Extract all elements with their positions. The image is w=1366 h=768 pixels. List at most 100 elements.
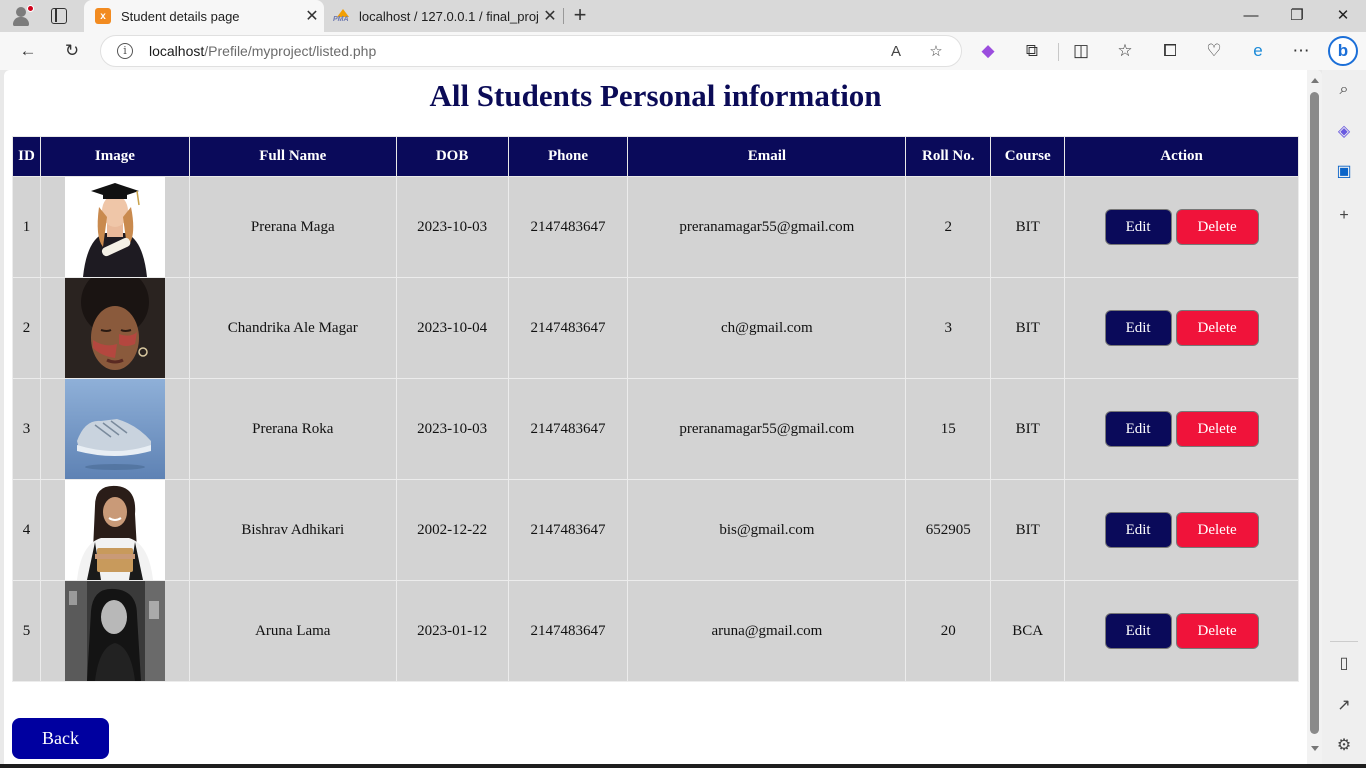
table-row: 5 Aruna Lama 2023-01-12 2147483647 aruna… [12,580,1299,682]
cell-id: 4 [12,479,41,581]
edit-button[interactable]: Edit [1104,209,1172,245]
cell-action: Edit Delete [1064,378,1299,480]
student-photo [64,379,165,479]
cell-phone: 2147483647 [507,378,629,480]
table-row: 2 Chandrika Ale Magar 2023-10-04 2147483… [12,277,1299,379]
vertical-scrollbar[interactable] [1307,70,1322,764]
header-course: Course [990,136,1066,177]
header-email: Email [627,136,907,177]
new-tab-icon[interactable]: + [569,3,591,27]
student-photo [64,278,165,378]
close-tab-icon[interactable]: ✕ [300,6,324,26]
tab-phpmyadmin[interactable]: PMA localhost / 127.0.0.1 / final_proje … [326,0,562,32]
header-roll-no: Roll No. [905,136,992,177]
cell-course: BIT [990,176,1066,278]
bing-chat-icon[interactable]: b [1328,36,1358,66]
hide-sidebar-icon[interactable]: ▯ [1332,652,1356,676]
xampp-icon: x [95,8,111,24]
header-id: ID [12,136,41,177]
profile-icon[interactable] [10,5,34,27]
delete-button[interactable]: Delete [1175,613,1259,649]
shopping-icon[interactable]: ◈ [1332,120,1356,144]
cell-course: BCA [990,580,1066,682]
cell-email: aruna@gmail.com [627,580,907,682]
back-button[interactable]: Back [12,718,109,759]
delete-button[interactable]: Delete [1175,209,1259,245]
cell-roll-no: 3 [905,277,992,379]
table-row: 3 Prerana Roka 2023-10-03 2147483647 pre… [12,378,1299,480]
refresh-icon[interactable]: ↻ [60,39,84,63]
cell-dob: 2023-10-03 [395,176,509,278]
cell-dob: 2023-10-03 [395,378,509,480]
edit-button[interactable]: Edit [1104,411,1172,447]
restore-icon[interactable]: ❐ [1274,0,1320,32]
close-tab-icon[interactable]: ✕ [538,6,562,26]
cell-roll-no: 15 [905,378,992,480]
cell-action: Edit Delete [1064,176,1299,278]
browser-toolbar: ← ↻ i localhost/Prefile/myproject/listed… [0,32,1366,70]
sidebar-divider [1330,641,1358,642]
edit-button[interactable]: Edit [1104,310,1172,346]
address-bar[interactable]: i localhost/Prefile/myproject/listed.php… [100,35,962,67]
collections-icon[interactable]: ⧠ [1158,39,1182,63]
cell-email: preranamagar55@gmail.com [627,176,907,278]
delete-button[interactable]: Delete [1175,310,1259,346]
cell-email: ch@gmail.com [627,277,907,379]
close-window-icon[interactable]: ✕ [1320,0,1366,32]
outlook-icon[interactable]: ▣ [1332,160,1356,184]
read-aloud-icon[interactable]: A [885,41,907,63]
cell-phone: 2147483647 [507,479,629,581]
edit-button[interactable]: Edit [1104,613,1172,649]
favorites-icon[interactable]: ☆ [1113,39,1137,63]
tab-strip: x Student details page ✕ PMA localhost /… [0,0,1366,32]
delete-button[interactable]: Delete [1175,411,1259,447]
extensions-icon[interactable]: ⧉ [1020,39,1044,63]
cell-roll-no: 2 [905,176,992,278]
favorite-star-icon[interactable]: ☆ [925,41,947,63]
browser-essentials-icon[interactable]: ♡ [1202,39,1226,63]
site-info-icon[interactable]: i [117,43,133,59]
student-photo [64,480,165,580]
cell-phone: 2147483647 [507,277,629,379]
tab-student-details[interactable]: x Student details page ✕ [84,0,324,32]
table-header-row: ID Image Full Name DOB Phone Email Roll … [12,136,1299,177]
edit-button[interactable]: Edit [1104,512,1172,548]
cell-full-name: Prerana Maga [188,176,397,278]
cell-full-name: Bishrav Adhikari [188,479,397,581]
more-menu-icon[interactable]: ⋯ [1289,39,1313,63]
copilot-icon[interactable]: ◆ [976,39,1000,63]
cell-id: 3 [12,378,41,480]
cell-full-name: Chandrika Ale Magar [188,277,397,379]
url-text[interactable]: localhost/Prefile/myproject/listed.php [149,43,376,59]
page-title: All Students Personal information [429,78,882,113]
minimize-icon[interactable]: — [1228,0,1274,32]
cell-dob: 2023-01-12 [395,580,509,682]
cell-id: 2 [12,277,41,379]
settings-gear-icon[interactable]: ⚙ [1332,734,1356,758]
cell-dob: 2002-12-22 [395,479,509,581]
cell-action: Edit Delete [1064,580,1299,682]
back-arrow-icon[interactable]: ← [16,39,40,63]
search-icon[interactable]: ⌕ [1332,78,1356,102]
toolbar-divider [1058,43,1059,61]
header-dob: DOB [395,136,509,177]
scroll-up-arrow-icon[interactable] [1311,78,1319,83]
page-viewport: All Students Personal information ID Ima… [4,70,1322,764]
taskbar-edge [0,764,1366,768]
table-row: 1 Prerana Maga 2023-10-03 2147483647 pre… [12,176,1299,278]
split-screen-icon[interactable]: ◫ [1069,39,1093,63]
table-row: 4 Bishrav Adhikari 2002-12-22 2147483647… [12,479,1299,581]
tab-title: localhost / 127.0.0.1 / final_proje [359,8,538,24]
cell-course: BIT [990,378,1066,480]
header-image: Image [39,136,190,177]
delete-button[interactable]: Delete [1175,512,1259,548]
cell-course: BIT [990,277,1066,379]
edge-icon[interactable]: e [1246,39,1270,63]
open-external-icon[interactable]: ↗ [1332,694,1356,718]
phpmyadmin-icon: PMA [333,9,351,23]
add-sidebar-icon[interactable]: + [1332,204,1356,228]
scroll-thumb[interactable] [1310,92,1319,734]
scroll-down-arrow-icon[interactable] [1311,746,1319,751]
student-photo [64,581,165,681]
tab-actions-icon[interactable] [51,8,67,24]
